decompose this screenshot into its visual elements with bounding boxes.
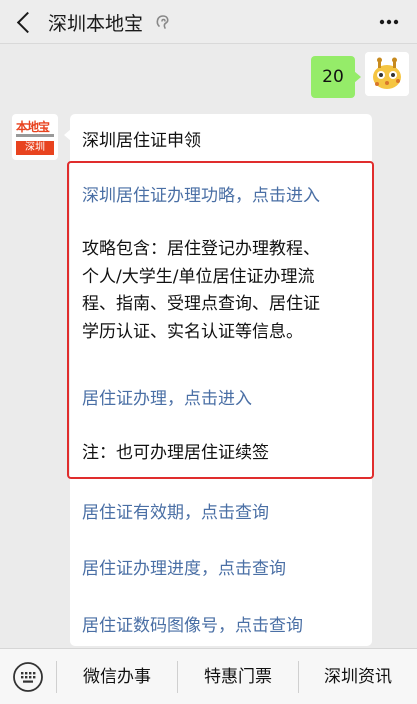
my-message-bubble[interactable]: 20 xyxy=(311,56,361,98)
menu-item-shenzhen-news[interactable]: 深圳资讯 xyxy=(299,649,417,704)
description-line: 攻略包含：居住登记办理教程、 xyxy=(82,239,320,259)
description-line: 学历认证、实名认证等信息。 xyxy=(82,321,303,342)
my-avatar[interactable] xyxy=(365,52,409,96)
bottom-menu-bar: 微信办事 特惠门票 深圳资讯 xyxy=(0,648,417,704)
image-number-link[interactable]: 居住证数码图像号，点击查询 xyxy=(82,611,303,636)
description-line: 个人/大学生/单位居住证办理流 xyxy=(82,266,315,287)
more-options-icon[interactable] xyxy=(377,10,401,34)
strategy-description: 攻略包含：居住登记办理教程、 个人/大学生/单位居住证办理流 程、指南、受理点查… xyxy=(82,236,370,346)
logo-city-badge: 深圳 xyxy=(16,141,54,155)
apply-link[interactable]: 居住证办理，点击进入 xyxy=(82,384,252,409)
giraffe-avatar-icon xyxy=(365,52,409,96)
description-line: 程、指南、受理点查询、居住证 xyxy=(82,294,320,314)
official-account-avatar[interactable]: 本地宝 深圳 xyxy=(12,114,58,160)
message-title: 深圳居住证申领 xyxy=(82,131,201,151)
chat-title: 深圳本地宝 xyxy=(48,13,144,35)
menu-item-wechat-service[interactable]: 微信办事 xyxy=(57,649,177,704)
logo-divider xyxy=(16,134,54,137)
strategy-link[interactable]: 深圳居住证办理功略，点击进入 xyxy=(82,181,320,206)
menu-item-discount-tickets[interactable]: 特惠门票 xyxy=(178,649,298,704)
keyboard-icon[interactable] xyxy=(12,661,44,693)
logo-text: 本地宝 xyxy=(16,120,50,134)
validity-link[interactable]: 居住证有效期，点击查询 xyxy=(82,498,269,523)
progress-link[interactable]: 居住证办理进度，点击查询 xyxy=(82,554,286,579)
renewal-note: 注：也可办理居住证续签 xyxy=(82,443,269,463)
back-arrow-icon[interactable] xyxy=(8,6,40,38)
earpiece-mode-icon xyxy=(156,15,169,29)
top-bar: 深圳本地宝 xyxy=(0,0,417,44)
